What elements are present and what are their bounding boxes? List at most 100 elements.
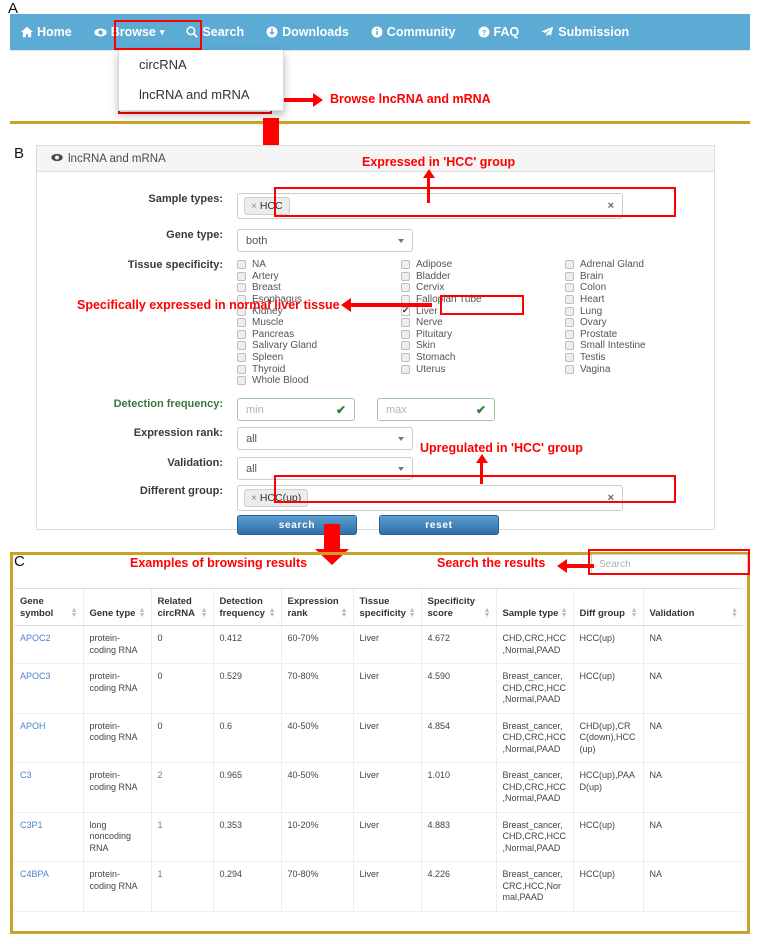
token-hcc[interactable]: × HCC: [244, 197, 290, 215]
checkbox-icon[interactable]: [401, 305, 410, 316]
results-column-header[interactable]: Related circRNA ▲ ▼: [150, 588, 213, 626]
tissue-checkbox-adrenal-gland[interactable]: Adrenal Gland: [565, 259, 729, 271]
clear-different-group-icon[interactable]: ×: [608, 492, 614, 504]
checkbox-icon[interactable]: [237, 376, 246, 386]
checkbox-icon[interactable]: [401, 271, 410, 281]
sort-arrows-icon[interactable]: ▲ ▼: [484, 607, 491, 619]
cell-gene-symbol[interactable]: C4BPA: [14, 861, 83, 912]
tissue-checkbox-bladder[interactable]: Bladder: [401, 271, 565, 283]
tissue-checkbox-liver[interactable]: Liver: [401, 305, 565, 317]
checkbox-icon[interactable]: [237, 364, 246, 374]
tissue-checkbox-small-intestine[interactable]: Small Intestine: [565, 340, 729, 352]
results-column-header[interactable]: Sample type ▲ ▼: [495, 588, 573, 626]
checkbox-icon[interactable]: [401, 283, 410, 293]
cell-related-circrna[interactable]: 2: [150, 762, 213, 813]
tissue-checkbox-na[interactable]: NA: [237, 259, 401, 271]
checkbox-icon[interactable]: [237, 271, 246, 281]
checkbox-icon[interactable]: [565, 364, 574, 374]
checkbox-icon[interactable]: [401, 329, 410, 339]
sort-arrows-icon[interactable]: ▲ ▼: [269, 607, 276, 619]
detection-frequency-min-input[interactable]: min ✔: [237, 398, 355, 421]
results-column-header[interactable]: Specificity score ▲ ▼: [420, 588, 496, 626]
tissue-checkbox-thyroid[interactable]: Thyroid: [237, 363, 401, 375]
checkbox-icon[interactable]: [401, 318, 410, 328]
results-column-header[interactable]: Tissue specificity ▲ ▼: [352, 588, 421, 626]
sort-arrows-icon[interactable]: ▲ ▼: [631, 607, 638, 619]
tissue-checkbox-vagina[interactable]: Vagina: [565, 363, 729, 375]
cell-gene-symbol[interactable]: C3: [14, 762, 83, 813]
checkbox-icon[interactable]: [565, 329, 574, 339]
sort-arrows-icon[interactable]: ▲ ▼: [731, 607, 738, 619]
checkbox-icon[interactable]: [401, 260, 410, 270]
tissue-checkbox-pituitary[interactable]: Pituitary: [401, 329, 565, 341]
sort-arrows-icon[interactable]: ▲ ▼: [561, 607, 568, 619]
checkbox-icon[interactable]: [565, 283, 574, 293]
tissue-checkbox-artery[interactable]: Artery: [237, 271, 401, 283]
tissue-checkbox-skin[interactable]: Skin: [401, 340, 565, 352]
tissue-checkbox-colon[interactable]: Colon: [565, 282, 729, 294]
checkbox-icon[interactable]: [237, 353, 246, 363]
tissue-checkbox-spleen[interactable]: Spleen: [237, 352, 401, 364]
checkbox-icon[interactable]: [565, 318, 574, 328]
nav-item-faq[interactable]: ? FAQ: [467, 14, 531, 50]
tissue-checkbox-adipose[interactable]: Adipose: [401, 259, 565, 271]
sort-arrows-icon[interactable]: ▲ ▼: [201, 607, 208, 619]
tissue-checkbox-breast[interactable]: Breast: [237, 282, 401, 294]
reset-button[interactable]: reset: [379, 515, 499, 535]
checkbox-icon[interactable]: [237, 283, 246, 293]
tissue-checkbox-uterus[interactable]: Uterus: [401, 363, 565, 375]
tissue-checkbox-stomach[interactable]: Stomach: [401, 352, 565, 364]
cell-gene-symbol[interactable]: APOC2: [14, 625, 83, 664]
checkbox-icon[interactable]: [401, 364, 410, 374]
sort-arrows-icon[interactable]: ▲ ▼: [409, 607, 416, 619]
gene-type-select[interactable]: both: [237, 229, 413, 252]
dropdown-item-lncrna-mrna[interactable]: lncRNA and mRNA: [119, 80, 283, 110]
nav-item-community[interactable]: Community: [360, 14, 467, 50]
checkbox-icon[interactable]: [565, 341, 574, 351]
tissue-checkbox-cervix[interactable]: Cervix: [401, 282, 565, 294]
results-column-header[interactable]: Gene symbol ▲ ▼: [14, 588, 83, 626]
tissue-checkbox-muscle[interactable]: Muscle: [237, 317, 401, 329]
tissue-checkbox-salivary-gland[interactable]: Salivary Gland: [237, 340, 401, 352]
token-hcc-up[interactable]: × HCC(up): [244, 489, 309, 507]
checkbox-icon[interactable]: [237, 318, 246, 328]
clear-sample-types-icon[interactable]: ×: [608, 200, 614, 212]
tissue-checkbox-brain[interactable]: Brain: [565, 271, 729, 283]
sort-arrows-icon[interactable]: ▲ ▼: [341, 607, 348, 619]
sample-types-tokenfield[interactable]: × HCC ×: [237, 193, 623, 219]
expression-rank-select[interactable]: all: [237, 427, 413, 450]
cell-gene-symbol[interactable]: APOC3: [14, 663, 83, 714]
cell-gene-symbol[interactable]: APOH: [14, 713, 83, 763]
different-group-tokenfield[interactable]: × HCC(up) ×: [237, 485, 623, 511]
nav-item-home[interactable]: Home: [10, 14, 83, 50]
checkbox-icon[interactable]: [565, 271, 574, 281]
checkbox-icon[interactable]: [237, 341, 246, 351]
checkbox-icon[interactable]: [237, 329, 246, 339]
tissue-checkbox-ovary[interactable]: Ovary: [565, 317, 729, 329]
tissue-checkbox-pancreas[interactable]: Pancreas: [237, 329, 401, 341]
results-column-header[interactable]: Diff group ▲ ▼: [572, 588, 643, 626]
checkbox-icon[interactable]: [237, 260, 246, 270]
checkbox-icon[interactable]: [565, 306, 574, 316]
nav-item-downloads[interactable]: Downloads: [255, 14, 360, 50]
tissue-checkbox-testis[interactable]: Testis: [565, 352, 729, 364]
results-column-header[interactable]: Validation ▲ ▼: [642, 588, 743, 626]
results-column-header[interactable]: Expression rank ▲ ▼: [280, 588, 353, 626]
results-column-header[interactable]: Detection frequency ▲ ▼: [212, 588, 281, 626]
sort-arrows-icon[interactable]: ▲ ▼: [71, 607, 78, 619]
tissue-checkbox-heart[interactable]: Heart: [565, 294, 729, 306]
detection-frequency-max-input[interactable]: max ✔: [377, 398, 495, 421]
token-remove-icon[interactable]: ×: [251, 493, 257, 504]
token-remove-icon[interactable]: ×: [251, 201, 257, 212]
cell-related-circrna[interactable]: 1: [150, 861, 213, 912]
sort-arrows-icon[interactable]: ▲ ▼: [139, 607, 146, 619]
tissue-checkbox-lung[interactable]: Lung: [565, 305, 729, 317]
nav-item-search[interactable]: Search: [175, 14, 255, 50]
nav-item-browse[interactable]: Browse ▾: [83, 14, 176, 50]
dropdown-item-circrna[interactable]: circRNA: [119, 50, 283, 80]
tissue-checkbox-whole-blood[interactable]: Whole Blood: [237, 375, 401, 387]
checkbox-icon[interactable]: [565, 260, 574, 270]
checkbox-icon[interactable]: [401, 341, 410, 351]
results-column-header[interactable]: Gene type ▲ ▼: [82, 588, 151, 626]
nav-item-submission[interactable]: Submission: [530, 14, 640, 50]
